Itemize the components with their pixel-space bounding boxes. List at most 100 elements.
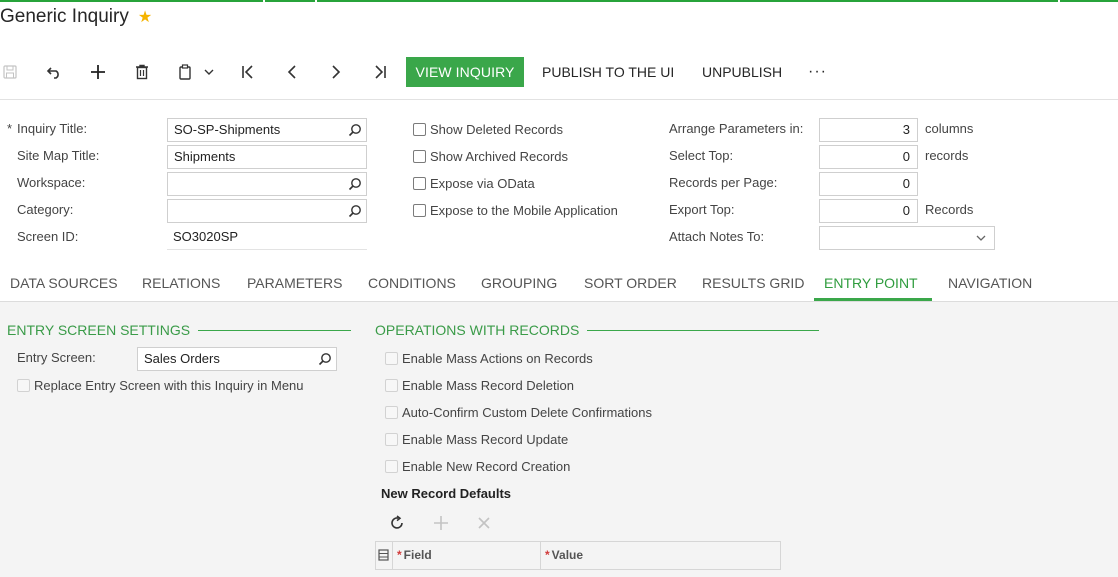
last-record-icon[interactable]: [366, 57, 394, 87]
site-map-title-value: Shipments: [174, 149, 236, 164]
required-marker: *: [545, 548, 550, 562]
mass-deletion-checkbox[interactable]: Enable Mass Record Deletion: [385, 375, 574, 395]
chevron-down-icon: [976, 235, 986, 241]
search-icon[interactable]: [348, 177, 362, 191]
new-record-defaults-title: New Record Defaults: [381, 486, 512, 501]
undo-icon[interactable]: [40, 57, 68, 87]
export-top-field[interactable]: 0: [819, 199, 918, 223]
records-per-page-field[interactable]: 0: [819, 172, 918, 196]
screen-id-field: SO3020SP: [167, 226, 367, 250]
row-selector-icon[interactable]: [376, 542, 393, 569]
attach-notes-label: Attach Notes To:: [669, 229, 765, 244]
field-column-label: Field: [403, 548, 432, 562]
screen-id-label: Screen ID:: [17, 229, 79, 244]
export-top-label: Export Top:: [669, 202, 735, 217]
defaults-grid-header: * Field * Value: [375, 541, 781, 570]
mass-update-label: Enable Mass Record Update: [402, 431, 569, 447]
workspace-field[interactable]: [167, 172, 367, 196]
top-accent-line: [0, 0, 1118, 2]
select-top-unit: records: [925, 148, 969, 163]
export-top-unit: Records: [925, 202, 974, 217]
operations-title: OPERATIONS WITH RECORDS: [375, 322, 820, 338]
delete-row-icon[interactable]: [473, 512, 517, 534]
replace-entry-screen-checkbox[interactable]: Replace Entry Screen with this Inquiry i…: [17, 375, 304, 395]
entry-screen-settings-title: ENTRY SCREEN SETTINGS: [7, 322, 352, 338]
add-icon[interactable]: [84, 57, 112, 87]
tab-bar: DATA SOURCES RELATIONS PARAMETERS CONDIT…: [0, 270, 1118, 302]
field-column-header[interactable]: * Field: [393, 542, 541, 569]
grid-toolbar: [385, 512, 517, 534]
mass-actions-checkbox[interactable]: Enable Mass Actions on Records: [385, 348, 593, 368]
value-column-label: Value: [551, 548, 584, 562]
entry-screen-label: Entry Screen:: [17, 350, 96, 365]
mass-actions-label: Enable Mass Actions on Records: [402, 350, 593, 366]
site-map-title-field[interactable]: Shipments: [167, 145, 367, 169]
delete-icon[interactable]: [128, 57, 156, 87]
entry-screen-settings-heading: ENTRY SCREEN SETTINGS: [7, 322, 191, 338]
refresh-icon[interactable]: [385, 512, 429, 534]
expose-odata-label: Expose via OData: [430, 175, 535, 191]
inquiry-title-value: SO-SP-Shipments: [174, 122, 281, 137]
next-record-icon[interactable]: [322, 57, 350, 87]
show-deleted-checkbox[interactable]: Show Deleted Records: [413, 119, 563, 139]
unpublish-button[interactable]: UNPUBLISH: [702, 57, 782, 87]
screen-id-value: SO3020SP: [173, 229, 239, 244]
search-icon[interactable]: [318, 352, 332, 366]
previous-record-icon[interactable]: [278, 57, 306, 87]
expose-mobile-checkbox[interactable]: Expose to the Mobile Application: [413, 200, 618, 220]
select-top-field[interactable]: 0: [819, 145, 918, 169]
attach-notes-select[interactable]: [819, 226, 995, 250]
new-record-creation-checkbox[interactable]: Enable New Record Creation: [385, 456, 570, 476]
value-column-header[interactable]: * Value: [541, 542, 780, 569]
operations-heading: OPERATIONS WITH RECORDS: [375, 322, 580, 338]
first-record-icon[interactable]: [234, 57, 262, 87]
expose-mobile-label: Expose to the Mobile Application: [430, 202, 618, 218]
category-label: Category:: [17, 202, 74, 217]
show-deleted-label: Show Deleted Records: [430, 121, 563, 137]
copy-paste-icon[interactable]: [172, 57, 218, 87]
tab-navigation[interactable]: NAVIGATION: [948, 270, 1032, 301]
tab-entry-point[interactable]: ENTRY POINT: [814, 270, 932, 301]
mass-update-checkbox[interactable]: Enable Mass Record Update: [385, 429, 568, 449]
page-header: Generic Inquiry ★: [0, 5, 152, 29]
tab-parameters[interactable]: PARAMETERS: [247, 270, 342, 301]
arrange-parameters-unit: columns: [925, 121, 974, 136]
entry-screen-value: Sales Orders: [144, 351, 220, 366]
add-row-icon[interactable]: [429, 512, 473, 534]
auto-confirm-label: Auto-Confirm Custom Delete Confirmations: [402, 404, 652, 420]
entry-screen-field[interactable]: Sales Orders: [137, 347, 337, 371]
arrange-parameters-field[interactable]: 3: [819, 118, 918, 142]
tab-data-sources[interactable]: DATA SOURCES: [10, 270, 118, 301]
page-title: Generic Inquiry: [0, 6, 129, 27]
expose-odata-checkbox[interactable]: Expose via OData: [413, 173, 535, 193]
tab-results-grid[interactable]: RESULTS GRID: [702, 270, 804, 301]
star-icon[interactable]: ★: [138, 7, 152, 27]
header-divider: [0, 99, 1118, 100]
tab-sort-order[interactable]: SORT ORDER: [584, 270, 677, 301]
inquiry-title-field[interactable]: SO-SP-Shipments: [167, 118, 367, 142]
search-icon[interactable]: [348, 123, 362, 137]
section-divider: [587, 329, 820, 331]
arrange-parameters-label: Arrange Parameters in:: [669, 121, 804, 136]
inquiry-title-label: Inquiry Title:: [17, 121, 88, 136]
more-actions-button[interactable]: ···: [808, 57, 827, 87]
new-record-creation-label: Enable New Record Creation: [402, 458, 571, 474]
workspace-label: Workspace:: [17, 175, 86, 190]
save-icon[interactable]: [0, 57, 24, 87]
tab-conditions[interactable]: CONDITIONS: [368, 270, 456, 301]
category-field[interactable]: [167, 199, 367, 223]
auto-confirm-checkbox[interactable]: Auto-Confirm Custom Delete Confirmations: [385, 402, 652, 422]
site-map-title-label: Site Map Title:: [17, 148, 100, 163]
search-icon[interactable]: [348, 204, 362, 218]
publish-button[interactable]: PUBLISH TO THE UI: [542, 57, 674, 87]
view-inquiry-button[interactable]: VIEW INQUIRY: [406, 57, 524, 87]
mass-deletion-label: Enable Mass Record Deletion: [402, 377, 574, 393]
show-archived-checkbox[interactable]: Show Archived Records: [413, 146, 568, 166]
chevron-down-icon: [204, 69, 214, 75]
tab-grouping[interactable]: GROUPING: [481, 270, 557, 301]
tab-relations[interactable]: RELATIONS: [142, 270, 220, 301]
toolbar: VIEW INQUIRY PUBLISH TO THE UI UNPUBLISH…: [0, 57, 1118, 87]
required-marker: *: [397, 548, 402, 562]
section-divider: [198, 329, 352, 331]
select-top-label: Select Top:: [669, 148, 734, 163]
